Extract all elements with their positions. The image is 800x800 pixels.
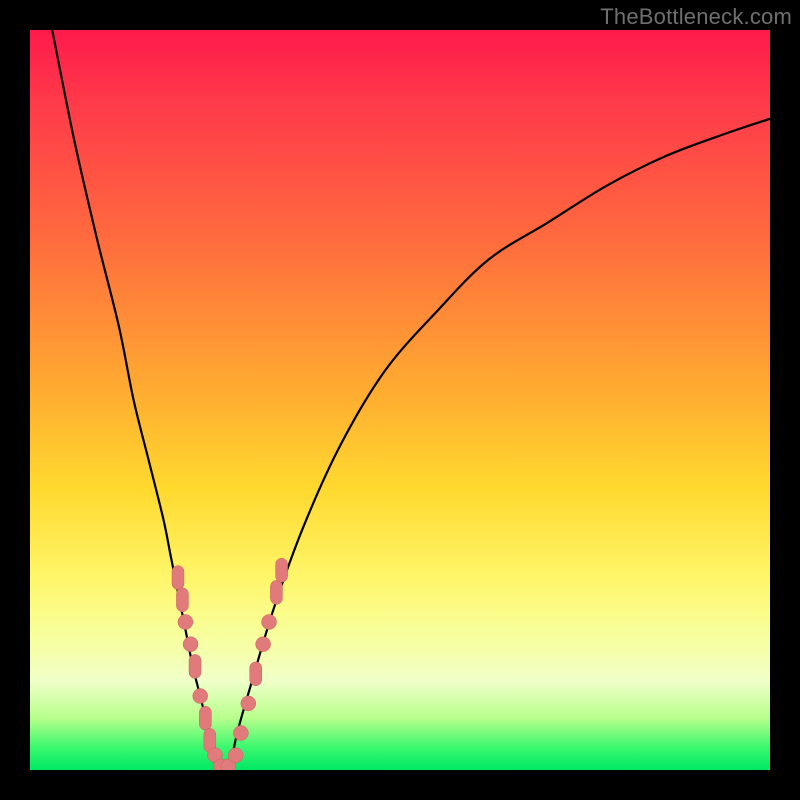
marker-point xyxy=(228,748,243,763)
marker-point xyxy=(199,706,211,730)
marker-point xyxy=(193,689,208,704)
marker-point xyxy=(276,558,288,582)
marker-point xyxy=(176,588,188,612)
marker-point xyxy=(241,696,256,711)
chart-svg xyxy=(30,30,770,770)
marker-point xyxy=(270,580,282,604)
marker-layer xyxy=(172,558,288,770)
marker-point xyxy=(183,637,198,652)
marker-point xyxy=(262,615,277,630)
curve-right-branch xyxy=(230,119,770,770)
watermark-text: TheBottleneck.com xyxy=(600,4,792,30)
marker-point xyxy=(233,726,248,741)
marker-point xyxy=(256,637,271,652)
marker-point xyxy=(178,615,193,630)
chart-frame: TheBottleneck.com xyxy=(0,0,800,800)
marker-point xyxy=(172,566,184,590)
marker-point xyxy=(189,654,201,678)
curve-layer xyxy=(52,30,770,770)
marker-point xyxy=(250,662,262,686)
plot-area xyxy=(30,30,770,770)
